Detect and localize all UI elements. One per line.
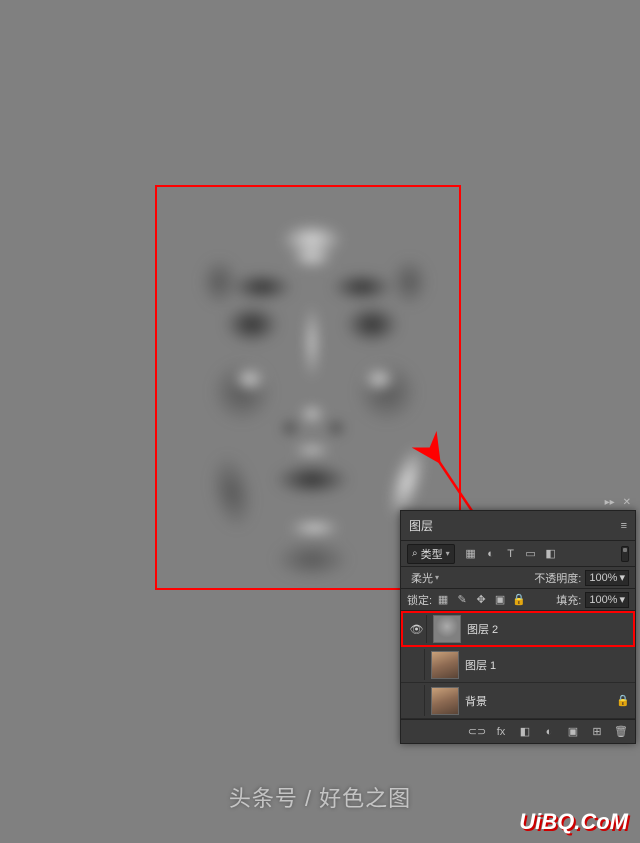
blend-mode-label: 柔光 [411, 570, 433, 586]
new-adjustment-icon[interactable]: ◐ [541, 724, 557, 740]
watermark-text: 头条号 / 好色之图 [229, 781, 411, 813]
lock-icon: 🔒 [615, 694, 631, 707]
layer-name[interactable]: 图层 2 [467, 621, 613, 637]
chevron-down-icon: ▾ [446, 549, 450, 558]
link-layers-icon[interactable]: ⊂⊃ [469, 724, 485, 740]
layer-row[interactable]: 图层 1 [401, 647, 635, 683]
chevron-down-icon: ▾ [435, 573, 439, 582]
lock-all-icon[interactable]: 🔒 [512, 593, 526, 607]
lock-transparent-icon[interactable]: ▦ [436, 593, 450, 607]
new-group-icon[interactable]: ▣ [565, 724, 581, 740]
close-icon[interactable]: ✕ [623, 497, 631, 508]
visibility-toggle[interactable]: 👁 [407, 615, 427, 643]
opacity-value-box[interactable]: 100% ▾ [585, 570, 629, 586]
filter-adjustment-icon[interactable]: ◐ [483, 546, 499, 562]
panel-window-controls: ▸▸ ✕ [605, 497, 631, 508]
opacity-value: 100% [589, 572, 617, 584]
lock-paint-icon[interactable]: ✎ [455, 593, 469, 607]
lock-icons: ▦ ✎ ✥ ▣ 🔒 [436, 593, 526, 607]
add-mask-icon[interactable]: ◧ [517, 724, 533, 740]
lock-position-icon[interactable]: ✥ [474, 593, 488, 607]
layer-fx-icon[interactable]: fx [493, 724, 509, 740]
lock-fill-row: 锁定: ▦ ✎ ✥ ▣ 🔒 填充: 100% ▾ [401, 589, 635, 611]
layer-thumbnail[interactable] [431, 687, 459, 715]
watermark-logo: UiBQ.CoM [519, 809, 628, 835]
layers-list: 👁 图层 2 图层 1 背景 🔒 [401, 611, 635, 719]
layer-row[interactable]: 背景 🔒 [401, 683, 635, 719]
fill-value-box[interactable]: 100% ▾ [585, 592, 629, 608]
layer-thumbnail[interactable] [431, 651, 459, 679]
chevron-down-icon: ▾ [619, 593, 625, 606]
filter-toggle[interactable] [621, 546, 629, 562]
new-layer-icon[interactable]: ⊞ [589, 724, 605, 740]
layer-name[interactable]: 背景 [465, 693, 615, 709]
filter-pixel-icon[interactable]: ▦ [463, 546, 479, 562]
filter-type-icon[interactable]: T [503, 546, 519, 562]
layer-name[interactable]: 图层 1 [465, 657, 615, 673]
fill-value: 100% [589, 594, 617, 606]
panel-title: 图层 [409, 517, 433, 534]
eye-icon: 👁 [410, 623, 424, 636]
opacity-label: 不透明度: [534, 570, 581, 586]
panel-header: 图层 ≡ [401, 511, 635, 541]
fill-label: 填充: [556, 592, 581, 608]
collapse-icon[interactable]: ▸▸ [605, 497, 615, 508]
filter-icons: ▦ ◐ T ▭ ◧ [463, 546, 559, 562]
lock-artboard-icon[interactable]: ▣ [493, 593, 507, 607]
visibility-toggle[interactable] [405, 649, 425, 680]
blend-opacity-row: 柔光 ▾ 不透明度: 100% ▾ [401, 567, 635, 589]
filter-smartobj-icon[interactable]: ◧ [543, 546, 559, 562]
chevron-down-icon: ▾ [619, 571, 625, 584]
filter-kind-label: 类型 [421, 546, 443, 562]
lock-label: 锁定: [407, 592, 432, 608]
layer-thumbnail[interactable] [433, 615, 461, 643]
delete-layer-icon[interactable]: 🗑 [613, 724, 629, 740]
layer-row[interactable]: 👁 图层 2 [401, 611, 635, 647]
filter-shape-icon[interactable]: ▭ [523, 546, 539, 562]
panel-menu-icon[interactable]: ≡ [621, 520, 627, 532]
visibility-toggle[interactable] [405, 685, 425, 716]
blend-mode-dropdown[interactable]: 柔光 ▾ [407, 569, 443, 587]
filter-kind-dropdown[interactable]: ⌕ 类型 ▾ [407, 544, 455, 564]
panel-footer: ⊂⊃ fx ◧ ◐ ▣ ⊞ 🗑 [401, 719, 635, 743]
layer-filter-row: ⌕ 类型 ▾ ▦ ◐ T ▭ ◧ [401, 541, 635, 567]
search-icon: ⌕ [412, 548, 418, 559]
layers-panel: ▸▸ ✕ 图层 ≡ ⌕ 类型 ▾ ▦ ◐ T ▭ ◧ 柔光 ▾ 不透明度: 10… [400, 510, 636, 744]
